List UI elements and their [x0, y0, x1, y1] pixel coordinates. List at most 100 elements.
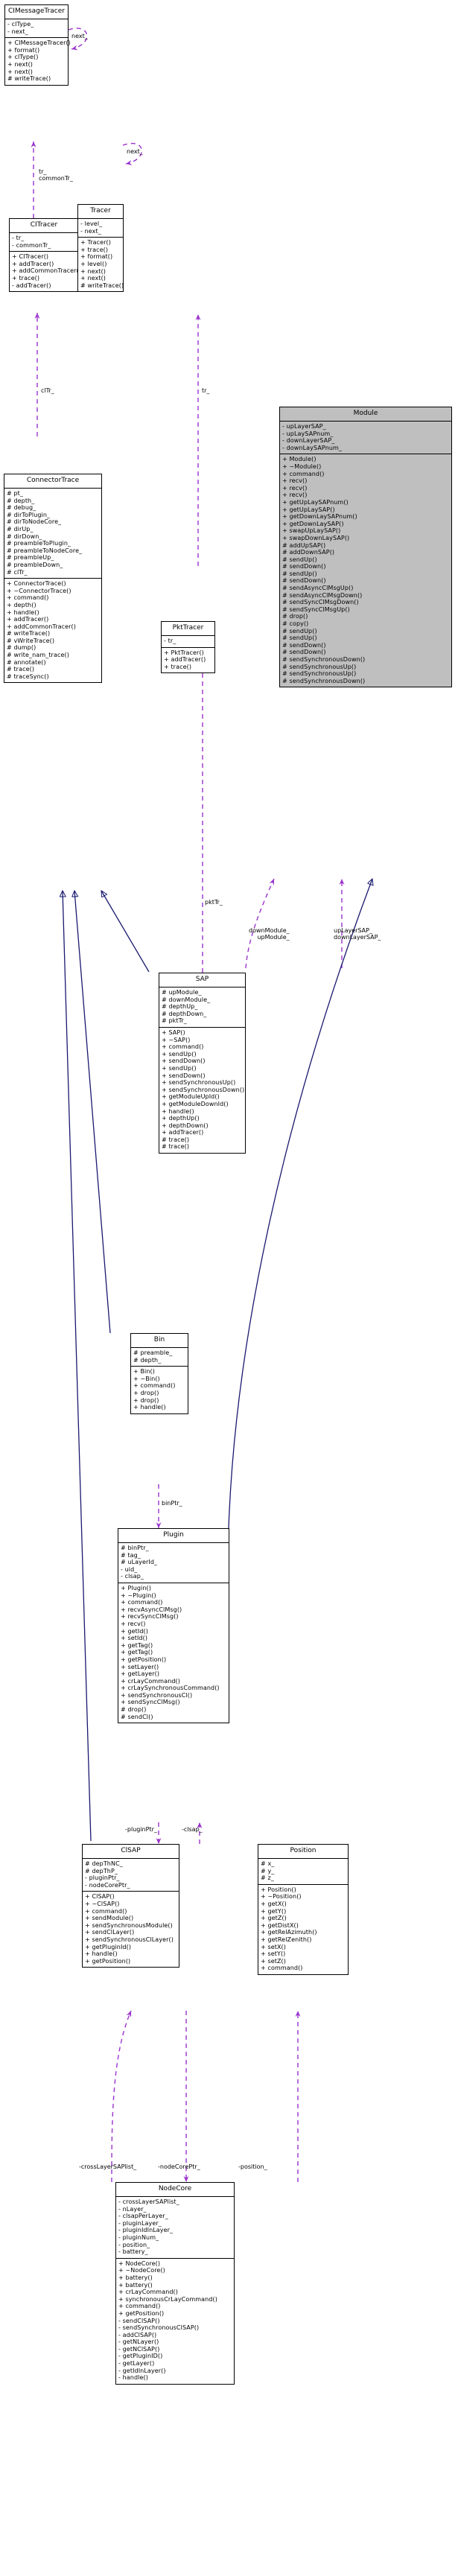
operation-row: + getUpLaySAP() — [282, 506, 335, 513]
attribute-row: - crossLayerSAPlist_ — [118, 2198, 179, 2205]
operation-row: # sendSyncClMsgDown() — [282, 599, 359, 606]
class-operations: + Module() + ~Module() + command() + rec… — [280, 454, 451, 687]
class-box-cimessagetracer[interactable]: CIMessageTracer - clType_ - next_ + CIMe… — [4, 4, 71, 86]
class-operations: + SAP() + ~SAP() + command() + sendUp() … — [159, 1028, 245, 1153]
operation-row: + next() — [80, 275, 106, 282]
class-title: PktTracer — [162, 622, 214, 636]
attribute-row: - tr_ — [12, 235, 25, 241]
class-box-clsap[interactable]: ClSAP # depThNC_ # depThP_ - pluginPtr_ … — [82, 1844, 179, 1968]
class-title: CITracer — [10, 219, 78, 233]
attribute-row: - clsapPerLayer_ — [118, 2213, 168, 2220]
class-box-citracer[interactable]: CITracer - tr_ - commonTr_ + CITracer() … — [9, 218, 81, 293]
operation-row: + setId() — [121, 1635, 148, 1642]
attribute-row: - battery_ — [118, 2248, 148, 2256]
operation-row: + sendSynchronousDown() — [162, 1086, 245, 1093]
operation-row: + ~ConnectorTrace() — [7, 587, 71, 594]
attribute-row: - nLayer_ — [118, 2205, 147, 2213]
class-box-bin[interactable]: Bin # preamble_ # depth_ + Bin() + ~Bin(… — [130, 1333, 188, 1414]
operation-row: + clType() — [7, 54, 39, 61]
operation-row: + PktTracer() — [164, 649, 204, 656]
attribute-row: # debug_ — [7, 504, 36, 512]
class-box-tracer[interactable]: Tracer - level_ - next_ + Tracer() + tra… — [77, 204, 124, 293]
operation-row: # traceSync() — [7, 672, 49, 680]
attribute-row: # preambleToPlugin_ — [7, 540, 71, 547]
operation-row: + addTracer() — [12, 260, 54, 267]
operation-row: + ~SAP() — [162, 1036, 191, 1043]
operation-row: + sendSyncClMsg() — [121, 1699, 180, 1706]
operation-row: + recv() — [282, 477, 308, 485]
edge-label-downmodule-upmodule: downModule_ upModule_ — [249, 927, 290, 941]
class-box-nodecore[interactable]: NodeCore - crossLayerSAPlist_ - nLayer_ … — [115, 2182, 235, 2385]
operation-row: # copy() — [282, 620, 309, 628]
operation-row: + next() — [7, 60, 34, 68]
attribute-row: # uLayerId_ — [121, 1559, 158, 1566]
operation-row: + sendUp() — [162, 1064, 197, 1072]
operation-row: + getId() — [121, 1627, 148, 1635]
edge-label-pluginptr: -pluginPtr_ — [125, 1826, 157, 1833]
operation-row: + getTag() — [121, 1641, 153, 1649]
attribute-row: # dirUp_ — [7, 525, 34, 532]
operation-row: + Tracer() — [80, 239, 111, 247]
operation-row: + format() — [7, 46, 40, 54]
attribute-row: # depth_ — [133, 1356, 162, 1364]
operation-row: + CITracer() — [12, 253, 49, 261]
class-title: Tracer — [78, 205, 123, 219]
edge-plugin-inherits-module — [228, 879, 372, 1529]
attribute-row: - nodeCorePtr_ — [85, 1881, 130, 1889]
operation-row: # sendUp() — [282, 556, 317, 563]
operation-row: + sendDown() — [162, 1058, 206, 1065]
class-box-plugin[interactable]: Plugin # binPtr_ # tag_ # uLayerId_ - ui… — [118, 1528, 229, 1724]
class-box-connectortrace[interactable]: ConnectorTrace # pt_ # depth_ # debug_ #… — [4, 474, 102, 684]
attribute-row: - downLayerSAP_ — [282, 437, 335, 445]
attribute-row: # y_ — [261, 1867, 275, 1874]
operation-row: + ~Bin() — [133, 1375, 160, 1382]
operation-row: + Position() — [261, 1886, 296, 1893]
class-attributes: # pt_ # depth_ # debug_ # dirToPlugin_ #… — [4, 489, 101, 579]
operation-row: + command() — [85, 1907, 127, 1915]
operation-row: + ~NodeCore() — [118, 2267, 165, 2274]
operation-row: + handle() — [85, 1950, 118, 1958]
class-attributes: # preamble_ # depth_ — [131, 1348, 188, 1367]
operation-row: + addTracer() — [7, 616, 49, 623]
operation-row: + sendClLayer() — [85, 1929, 135, 1936]
edge-label-tr: tr_ — [202, 387, 210, 394]
operation-row: + swapUpLaySAP() — [282, 527, 341, 535]
operation-row: # drop() — [282, 613, 308, 620]
operation-row: + setY() — [261, 1950, 286, 1958]
operation-row: + battery() — [118, 2281, 153, 2289]
edge-label-nodecoreptr: -nodeCorePtr_ — [158, 2163, 200, 2170]
class-title: CIMessageTracer — [5, 5, 68, 19]
attribute-row: - downLaySAPnum_ — [282, 444, 343, 451]
class-attributes: - clType_ - next_ — [5, 19, 68, 39]
operation-row: + sendModule() — [85, 1915, 134, 1922]
class-box-module[interactable]: Module - upLayerSAP_ - upLaySAPnum_ - do… — [279, 407, 452, 688]
operation-row: # vWriteTrace() — [7, 637, 55, 644]
operation-row: # sendAsyncClMsgDown() — [282, 591, 363, 599]
class-box-position[interactable]: Position # x_ # y_ # z_ + Position() + ~… — [258, 1844, 349, 1975]
operation-row: + getZ() — [261, 1915, 287, 1922]
operation-row: + getY() — [261, 1907, 287, 1915]
operation-row: + crLaySynchronousCommand() — [121, 1685, 220, 1692]
operation-row: + addTracer() — [164, 656, 206, 664]
operation-row: # trace() — [7, 666, 35, 673]
class-title: Module — [280, 407, 451, 422]
operation-row: + getTag() — [121, 1649, 153, 1656]
attribute-row: - next_ — [7, 28, 28, 35]
edge-clsap-nodecore — [111, 2010, 189, 2183]
class-box-pkttracer[interactable]: PktTracer - tr_ + PktTracer() + addTrace… — [161, 621, 215, 674]
attribute-row: # x_ — [261, 1860, 275, 1867]
attribute-row: - uid_ — [121, 1565, 138, 1573]
operation-row: + getPluginId() — [85, 1943, 132, 1950]
class-attributes: - tr_ - commonTr_ — [10, 233, 78, 252]
class-box-sap[interactable]: SAP # upModule_ # downModule_ # depthUp_… — [159, 973, 246, 1154]
operation-row: + getDownLaySAPnum() — [282, 513, 357, 521]
operation-row: + command() — [118, 2303, 161, 2310]
operation-row: + ConnectorTrace() — [7, 580, 66, 588]
edge-label-next-tracer: next_ — [127, 148, 143, 155]
class-title: ConnectorTrace — [4, 474, 101, 489]
attribute-row: # clTr_ — [7, 568, 28, 576]
operation-row: + depthDown() — [162, 1122, 209, 1129]
attribute-row: # tag_ — [121, 1551, 141, 1559]
operation-row: # addUpSAP() — [282, 541, 326, 549]
operation-row: + crLayCommand() — [121, 1677, 180, 1685]
